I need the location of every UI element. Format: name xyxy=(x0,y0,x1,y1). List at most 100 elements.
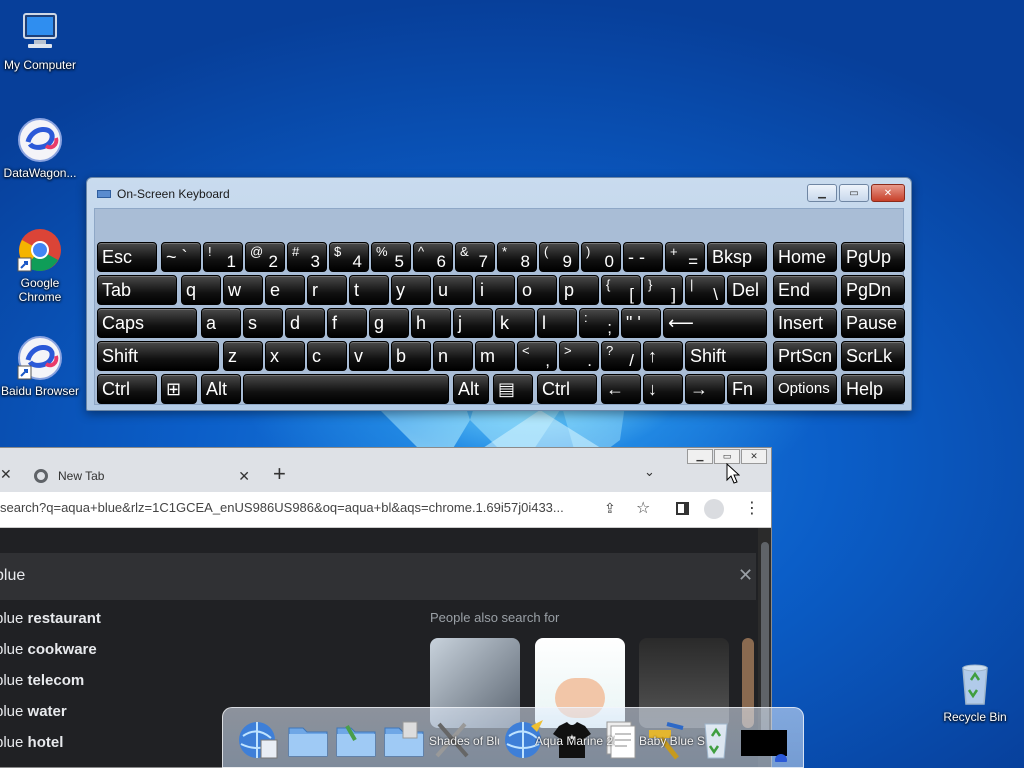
key-f[interactable]: f xyxy=(327,308,367,338)
search-input[interactable]: blue xyxy=(0,567,25,585)
menu-dots-icon[interactable]: ⋮ xyxy=(744,498,760,518)
key-pgdn[interactable]: PgDn xyxy=(841,275,905,305)
address-bar[interactable]: search?q=aqua+blue&rlz=1C1GCEA_enUS986US… xyxy=(0,500,590,515)
chrome-maximize-button[interactable]: ▭ xyxy=(714,449,740,464)
tab-search-icon[interactable]: ⌄ xyxy=(644,464,655,480)
key-p[interactable]: p xyxy=(559,275,599,305)
key-c[interactable]: c xyxy=(307,341,347,371)
key-1[interactable]: ! 1 xyxy=(203,242,243,272)
chrome-minimize-button[interactable]: ▁ xyxy=(687,449,713,464)
key-quote[interactable]: " ' xyxy=(621,308,661,338)
key-9[interactable]: (9 xyxy=(539,242,579,272)
key-u[interactable]: u xyxy=(433,275,473,305)
key-menu[interactable]: ▤ xyxy=(493,374,533,404)
key-0[interactable]: ) 0 xyxy=(581,242,621,272)
key-tilde[interactable]: ~ ` xyxy=(161,242,201,272)
key-l[interactable]: l xyxy=(537,308,577,338)
folder-documents-icon[interactable] xyxy=(381,716,427,762)
key-equals[interactable]: + = xyxy=(665,242,705,272)
key-right[interactable]: → xyxy=(685,374,725,404)
key-3[interactable]: #3 xyxy=(287,242,327,272)
key-alt-left[interactable]: Alt xyxy=(201,374,241,404)
key-h[interactable]: h xyxy=(411,308,451,338)
key-ctrl-right[interactable]: Ctrl xyxy=(537,374,597,404)
key-y[interactable]: y xyxy=(391,275,431,305)
key-i[interactable]: i xyxy=(475,275,515,305)
key-options[interactable]: Options xyxy=(773,374,837,404)
folder-icon[interactable] xyxy=(285,716,331,762)
close-button[interactable]: ✕ xyxy=(871,184,905,202)
key-alt-right[interactable]: Alt xyxy=(453,374,489,404)
suggestion-item[interactable]: blue telecom xyxy=(0,672,84,689)
key-caps[interactable]: Caps xyxy=(97,308,197,338)
key-b[interactable]: b xyxy=(391,341,431,371)
key-pause[interactable]: Pause xyxy=(841,308,905,338)
maximize-button[interactable]: ▭ xyxy=(839,184,869,202)
key-down[interactable]: ↓ xyxy=(643,374,683,404)
key-v[interactable]: v xyxy=(349,341,389,371)
key-insert[interactable]: Insert xyxy=(773,308,837,338)
key-scrlk[interactable]: ScrLk xyxy=(841,341,905,371)
key-m[interactable]: m xyxy=(475,341,515,371)
key-d[interactable]: d xyxy=(285,308,325,338)
new-tab-button[interactable]: + xyxy=(273,461,286,487)
key-delete[interactable]: Del xyxy=(727,275,767,305)
key-semicolon[interactable]: :; xyxy=(579,308,619,338)
key-q[interactable]: q xyxy=(181,275,221,305)
folder-tools-icon[interactable] xyxy=(333,716,379,762)
tab-new-tab[interactable]: New Tab ✕ xyxy=(20,460,258,492)
key-e[interactable]: e xyxy=(265,275,305,305)
key-left-bracket[interactable]: {[ xyxy=(601,275,641,305)
key-prtscn[interactable]: PrtScn xyxy=(773,341,837,371)
key-7[interactable]: & 7 xyxy=(455,242,495,272)
key-windows[interactable]: ⊞ xyxy=(161,374,197,404)
suggestion-item[interactable]: blue restaurant xyxy=(0,610,101,627)
key-o[interactable]: o xyxy=(517,275,557,305)
key-x[interactable]: x xyxy=(265,341,305,371)
search-box[interactable]: blue ✕ xyxy=(0,553,756,600)
key-8[interactable]: * 8 xyxy=(497,242,537,272)
key-space[interactable] xyxy=(243,374,449,404)
key-tab[interactable]: Tab xyxy=(97,275,177,305)
key-n[interactable]: n xyxy=(433,341,473,371)
datawagon-icon[interactable]: DataWagon... xyxy=(0,116,80,180)
bookmark-star-icon[interactable]: ☆ xyxy=(636,498,650,518)
minimize-button[interactable]: ▁ xyxy=(807,184,837,202)
chrome-close-button[interactable]: ✕ xyxy=(741,449,767,464)
key-comma[interactable]: <, xyxy=(517,341,557,371)
suggestion-item[interactable]: blue water xyxy=(0,703,67,720)
clear-search-icon[interactable]: ✕ xyxy=(738,565,753,586)
key-s[interactable]: s xyxy=(243,308,283,338)
recycle-bin-icon[interactable]: Recycle Bin xyxy=(935,660,1015,724)
side-panel-icon[interactable] xyxy=(676,502,689,515)
key-fn[interactable]: Fn xyxy=(727,374,767,404)
key-t[interactable]: t xyxy=(349,275,389,305)
tab-close-icon[interactable]: ✕ xyxy=(238,468,250,485)
key-left[interactable]: ← xyxy=(601,374,641,404)
key-5[interactable]: % 5 xyxy=(371,242,411,272)
key-esc[interactable]: Esc xyxy=(97,242,157,272)
key-z[interactable]: z xyxy=(223,341,263,371)
my-computer-icon[interactable]: My Computer xyxy=(0,8,80,72)
key-shift-left[interactable]: Shift xyxy=(97,341,219,371)
key-period[interactable]: >. xyxy=(559,341,599,371)
key-shift-right[interactable]: Shift xyxy=(685,341,767,371)
profile-icon[interactable] xyxy=(704,499,724,519)
key-k[interactable]: k xyxy=(495,308,535,338)
key-6[interactable]: ^ 6 xyxy=(413,242,453,272)
on-screen-keyboard-window[interactable]: On-Screen Keyboard ▁ ▭ ✕ Esc ~ ` ! 1 @2 #… xyxy=(86,177,912,411)
share-icon[interactable]: ⇪ xyxy=(604,500,616,517)
baidu-browser-icon[interactable]: Baidu Browser xyxy=(0,334,80,398)
google-chrome-icon[interactable]: Google Chrome xyxy=(0,226,80,304)
key-backspace[interactable]: Bksp xyxy=(707,242,767,272)
key-w[interactable]: w xyxy=(223,275,263,305)
key-minus[interactable]: - - xyxy=(623,242,663,272)
key-pgup[interactable]: PgUp xyxy=(841,242,905,272)
key-end[interactable]: End xyxy=(773,275,837,305)
key-a[interactable]: a xyxy=(201,308,241,338)
key-right-bracket[interactable]: }] xyxy=(643,275,683,305)
key-r[interactable]: r xyxy=(307,275,347,305)
key-4[interactable]: $4 xyxy=(329,242,369,272)
key-backslash[interactable]: | \ xyxy=(685,275,725,305)
key-j[interactable]: j xyxy=(453,308,493,338)
